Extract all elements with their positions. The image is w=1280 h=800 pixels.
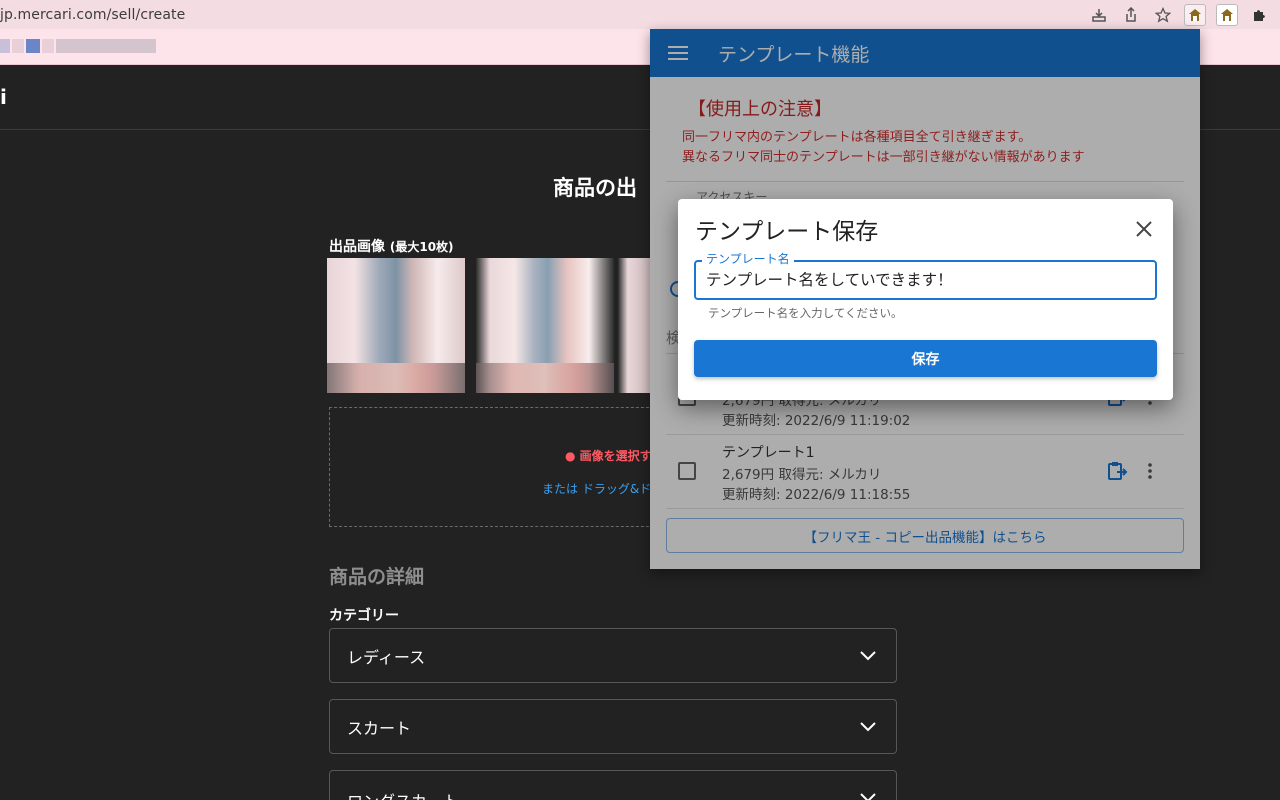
- category-select-value: レディース: [347, 647, 426, 667]
- save-template-dialog: テンプレート保存 テンプレート名 テンプレート名を入力してください。 保存: [678, 199, 1173, 400]
- bookmark-star-icon[interactable]: [1152, 4, 1174, 26]
- site-logo[interactable]: i: [0, 85, 7, 109]
- product-thumbnail[interactable]: [476, 258, 614, 393]
- select-image-link[interactable]: ● 画像を選択す: [565, 447, 652, 464]
- extension-icon[interactable]: [1216, 4, 1238, 26]
- image-limit: (最大10枚): [389, 240, 454, 254]
- drag-drop-hint: または ドラッグ&ド: [542, 482, 652, 496]
- template-name-label: テンプレート名: [702, 250, 794, 267]
- category-select[interactable]: レディース: [329, 628, 897, 683]
- details-section-title: 商品の詳細: [329, 566, 425, 588]
- template-name-help: テンプレート名を入力してください。: [708, 306, 903, 320]
- product-thumbnail[interactable]: [618, 258, 650, 393]
- extension-icon[interactable]: [1184, 4, 1206, 26]
- image-upload-dropzone[interactable]: [329, 407, 659, 527]
- blurred-bookmark[interactable]: [0, 39, 180, 53]
- subcategory-select-value: スカート: [347, 718, 412, 738]
- browser-url-bar[interactable]: jp.mercari.com/sell/create: [0, 0, 1280, 29]
- chevron-down-icon: [860, 651, 876, 661]
- install-icon[interactable]: [1088, 4, 1110, 26]
- image-label: 出品画像: [329, 239, 385, 255]
- product-thumbnail[interactable]: [327, 258, 465, 393]
- item-type-select[interactable]: ロングスカート: [329, 770, 897, 800]
- share-icon[interactable]: [1120, 4, 1142, 26]
- page-title: 商品の出: [553, 176, 637, 200]
- item-type-select-value: ロングスカート: [347, 788, 459, 800]
- url-text[interactable]: jp.mercari.com/sell/create: [0, 7, 185, 23]
- puzzle-icon[interactable]: [1248, 4, 1270, 26]
- chevron-down-icon: [860, 722, 876, 732]
- camera-icon: ●: [565, 449, 580, 463]
- chevron-down-icon: [860, 793, 876, 800]
- category-label: カテゴリー: [329, 608, 399, 624]
- template-name-input[interactable]: [706, 270, 1136, 288]
- subcategory-select[interactable]: スカート: [329, 699, 897, 754]
- image-section-label: 出品画像 (最大10枚): [329, 236, 454, 256]
- save-button[interactable]: 保存: [694, 340, 1157, 377]
- browser-actions: [1088, 4, 1270, 26]
- dialog-title: テンプレート保存: [695, 219, 879, 245]
- select-image-label: 画像を選択す: [579, 449, 652, 463]
- close-icon[interactable]: [1135, 220, 1153, 238]
